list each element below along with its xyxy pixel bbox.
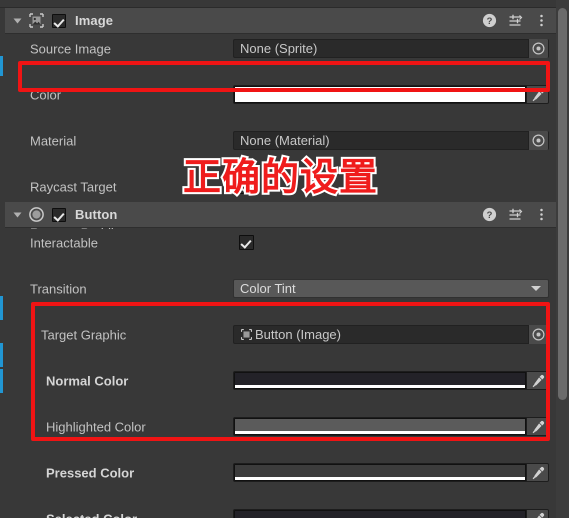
image-foldout-arrow-icon[interactable] [9,8,25,34]
button-enabled-checkbox[interactable] [52,207,66,222]
label-selected-color: Selected Color [46,511,137,518]
label-transition: Transition [30,281,87,296]
image-color-eyedropper-icon[interactable] [526,86,548,103]
label-target-graphic: Target Graphic [41,327,127,342]
row-pressed-color: Pressed Color [5,461,558,484]
pressed-color-alpha-bar [235,477,525,480]
label-pressed-color: Pressed Color [46,465,135,480]
button-component-body: Interactable Transition Color Tint Targe… [5,229,558,518]
row-interactable: Interactable [5,231,558,254]
normal-color-swatch-wrap [234,372,526,389]
override-marker-image-color [0,56,3,76]
annotation-note-text: 正确的设置 [181,153,379,201]
preset-icon[interactable] [508,207,523,222]
inspector-top-strip [0,0,569,8]
dropdown-transition[interactable]: Color Tint [233,279,549,298]
field-source-image[interactable]: None (Sprite) [233,39,549,58]
svg-text:?: ? [487,210,493,221]
field-target-graphic[interactable]: Button (Image) [233,325,549,344]
normal-color-alpha-bar [235,385,525,388]
inspector-window: Image ? Source Image None (Sprite) Color… [0,0,569,518]
dropdown-transition-value: Color Tint [240,281,296,296]
help-icon[interactable]: ? [482,207,497,222]
image-color-swatch-wrap [234,86,526,103]
image-component-icon [27,12,45,30]
svg-text:?: ? [487,16,493,27]
pressed-color-eyedropper-icon[interactable] [526,464,548,481]
override-marker-pressed-color [0,343,3,367]
row-normal-color: Normal Color [5,369,558,392]
selected-color-eyedropper-icon[interactable] [526,510,548,518]
preset-icon[interactable] [508,13,523,28]
highlighted-color-swatch-wrap [234,418,526,435]
image-header-icons: ? [482,13,549,28]
image-color-swatch [235,87,525,99]
button-foldout-arrow-icon[interactable] [9,202,25,228]
field-source-image-value: None (Sprite) [240,41,318,56]
button-component-header[interactable]: Button ? [5,202,558,228]
row-source-image: Source Image None (Sprite) [5,37,558,60]
normal-color-swatch [235,373,525,385]
more-menu-icon[interactable] [534,13,549,28]
chevron-down-icon [531,286,541,291]
row-image-color: Color [5,83,558,106]
field-image-color[interactable] [233,85,549,104]
field-selected-color[interactable] [233,509,549,518]
pressed-color-swatch-wrap [234,464,526,481]
more-menu-icon[interactable] [534,207,549,222]
selected-color-swatch [235,511,525,518]
image-component-title: Image [75,13,114,28]
label-highlighted-color: Highlighted Color [46,419,146,434]
row-target-graphic: Target Graphic Button (Image) [5,323,558,346]
label-interactable: Interactable [30,235,98,250]
scrollbar-thumb[interactable] [558,8,567,400]
normal-color-eyedropper-icon[interactable] [526,372,548,389]
label-material: Material [30,133,77,148]
override-marker-selected-color [0,369,3,393]
selected-color-swatch-wrap [234,510,526,518]
image-component-header[interactable]: Image ? [5,8,558,34]
field-pressed-color[interactable] [233,463,549,482]
label-image-color: Color [30,87,62,102]
label-source-image: Source Image [30,41,111,56]
label-normal-color: Normal Color [46,373,129,388]
highlighted-color-alpha-bar [235,431,525,434]
image-color-alpha-bar [235,99,525,102]
image-enabled-checkbox[interactable] [52,13,66,28]
scrollbar-track[interactable] [556,0,569,518]
help-icon[interactable]: ? [482,13,497,28]
label-raycast-target: Raycast Target [30,179,117,194]
field-highlighted-color[interactable] [233,417,549,436]
target-graphic-name: Button (Image) [255,327,341,342]
field-target-graphic-value: Button (Image) [240,327,341,342]
row-selected-color: Selected Color [5,507,558,518]
pressed-color-swatch [235,465,525,477]
material-picker-icon[interactable] [528,131,548,150]
checkbox-interactable[interactable] [239,235,254,250]
source-image-picker-icon[interactable] [528,39,548,58]
button-component-title: Button [75,207,118,222]
target-graphic-type-icon [240,328,253,341]
field-normal-color[interactable] [233,371,549,390]
highlighted-color-swatch [235,419,525,431]
row-transition: Transition Color Tint [5,277,558,300]
highlighted-color-eyedropper-icon[interactable] [526,418,548,435]
target-graphic-picker-icon[interactable] [528,325,548,344]
button-header-icons: ? [482,207,549,222]
button-component-icon [27,206,45,224]
row-highlighted-color: Highlighted Color [5,415,558,438]
override-marker-normal-color [0,296,3,320]
